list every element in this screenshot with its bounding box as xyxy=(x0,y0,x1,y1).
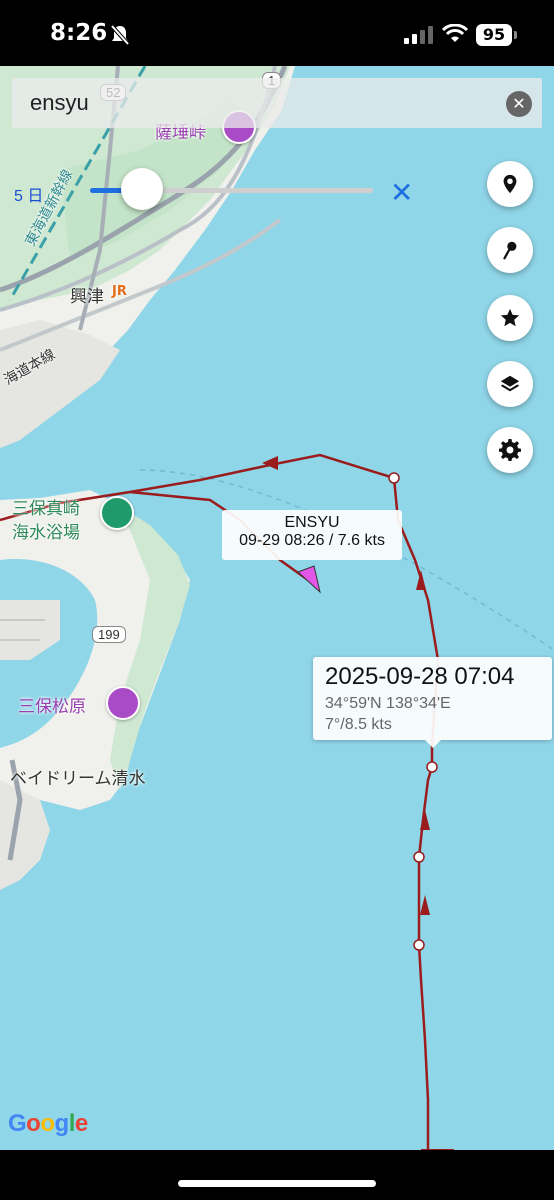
poi-miho-matsubara-pin[interactable] xyxy=(106,686,140,720)
status-time: 8:26 xyxy=(50,20,108,46)
vessel-tooltip[interactable]: ENSYU 09-29 08:26 / 7.6 kts xyxy=(222,510,402,560)
jr-station-icon: JR xyxy=(112,284,127,299)
favorites-button[interactable] xyxy=(487,295,533,341)
map-canvas[interactable] xyxy=(0,0,554,1200)
layers-icon xyxy=(500,375,520,392)
search-input[interactable]: ensyu xyxy=(30,90,89,116)
app-screen: 52 1 199 薩埵峠 興津 JR 三保真崎 海水浴場 三保松原 ベイドリーム… xyxy=(0,0,554,1200)
home-indicator[interactable] xyxy=(178,1180,376,1187)
settings-button[interactable] xyxy=(487,427,533,473)
track-point-tooltip[interactable]: 2025-09-28 07:04 34°59'N 138°34'E 7°/8.5… xyxy=(313,657,552,748)
track-point-course-speed: 7°/8.5 kts xyxy=(325,716,392,733)
clear-search-icon[interactable]: ✕ xyxy=(506,91,532,117)
layers-button[interactable] xyxy=(487,361,533,407)
poi-miho-beach-label-2: 海水浴場 xyxy=(12,523,80,543)
battery-indicator: 95 xyxy=(476,24,512,46)
poi-miho-beach-pin[interactable] xyxy=(100,496,134,530)
poi-okitsu-label: 興津 xyxy=(70,287,104,307)
google-logo: Google xyxy=(8,1110,88,1137)
location-pin-icon xyxy=(503,174,517,194)
star-icon xyxy=(500,308,520,327)
pushpin-button[interactable] xyxy=(487,227,533,273)
bottom-safe-area xyxy=(0,1150,554,1200)
poi-bay-dream-label: ベイドリーム清水 xyxy=(10,769,146,789)
location-pin-button[interactable] xyxy=(487,161,533,207)
track-point-position: 34°59'N 138°34'E xyxy=(325,695,451,712)
pushpin-icon xyxy=(503,241,517,260)
close-slider-icon[interactable]: ✕ xyxy=(390,176,413,209)
search-bar[interactable]: ensyu ✕ xyxy=(12,78,542,128)
settings-icon xyxy=(499,439,521,461)
route-199-shield: 199 xyxy=(92,626,126,643)
status-bar: 8:26 95 xyxy=(0,0,554,66)
track-point-datetime: 2025-09-28 07:04 xyxy=(325,663,515,690)
poi-miho-beach-label-1: 三保真崎 xyxy=(12,499,80,519)
poi-miho-matsubara-label: 三保松原 xyxy=(18,697,86,717)
battery-tip xyxy=(514,31,517,39)
silent-bell-icon xyxy=(110,24,130,46)
time-slider-thumb[interactable] xyxy=(121,168,163,210)
slider-label: 5 日 xyxy=(14,188,44,205)
vessel-info: 09-29 08:26 / 7.6 kts xyxy=(239,532,385,549)
wifi-icon xyxy=(442,24,468,42)
cellular-signal-icon xyxy=(404,26,433,44)
vessel-name: ENSYU xyxy=(284,514,340,531)
